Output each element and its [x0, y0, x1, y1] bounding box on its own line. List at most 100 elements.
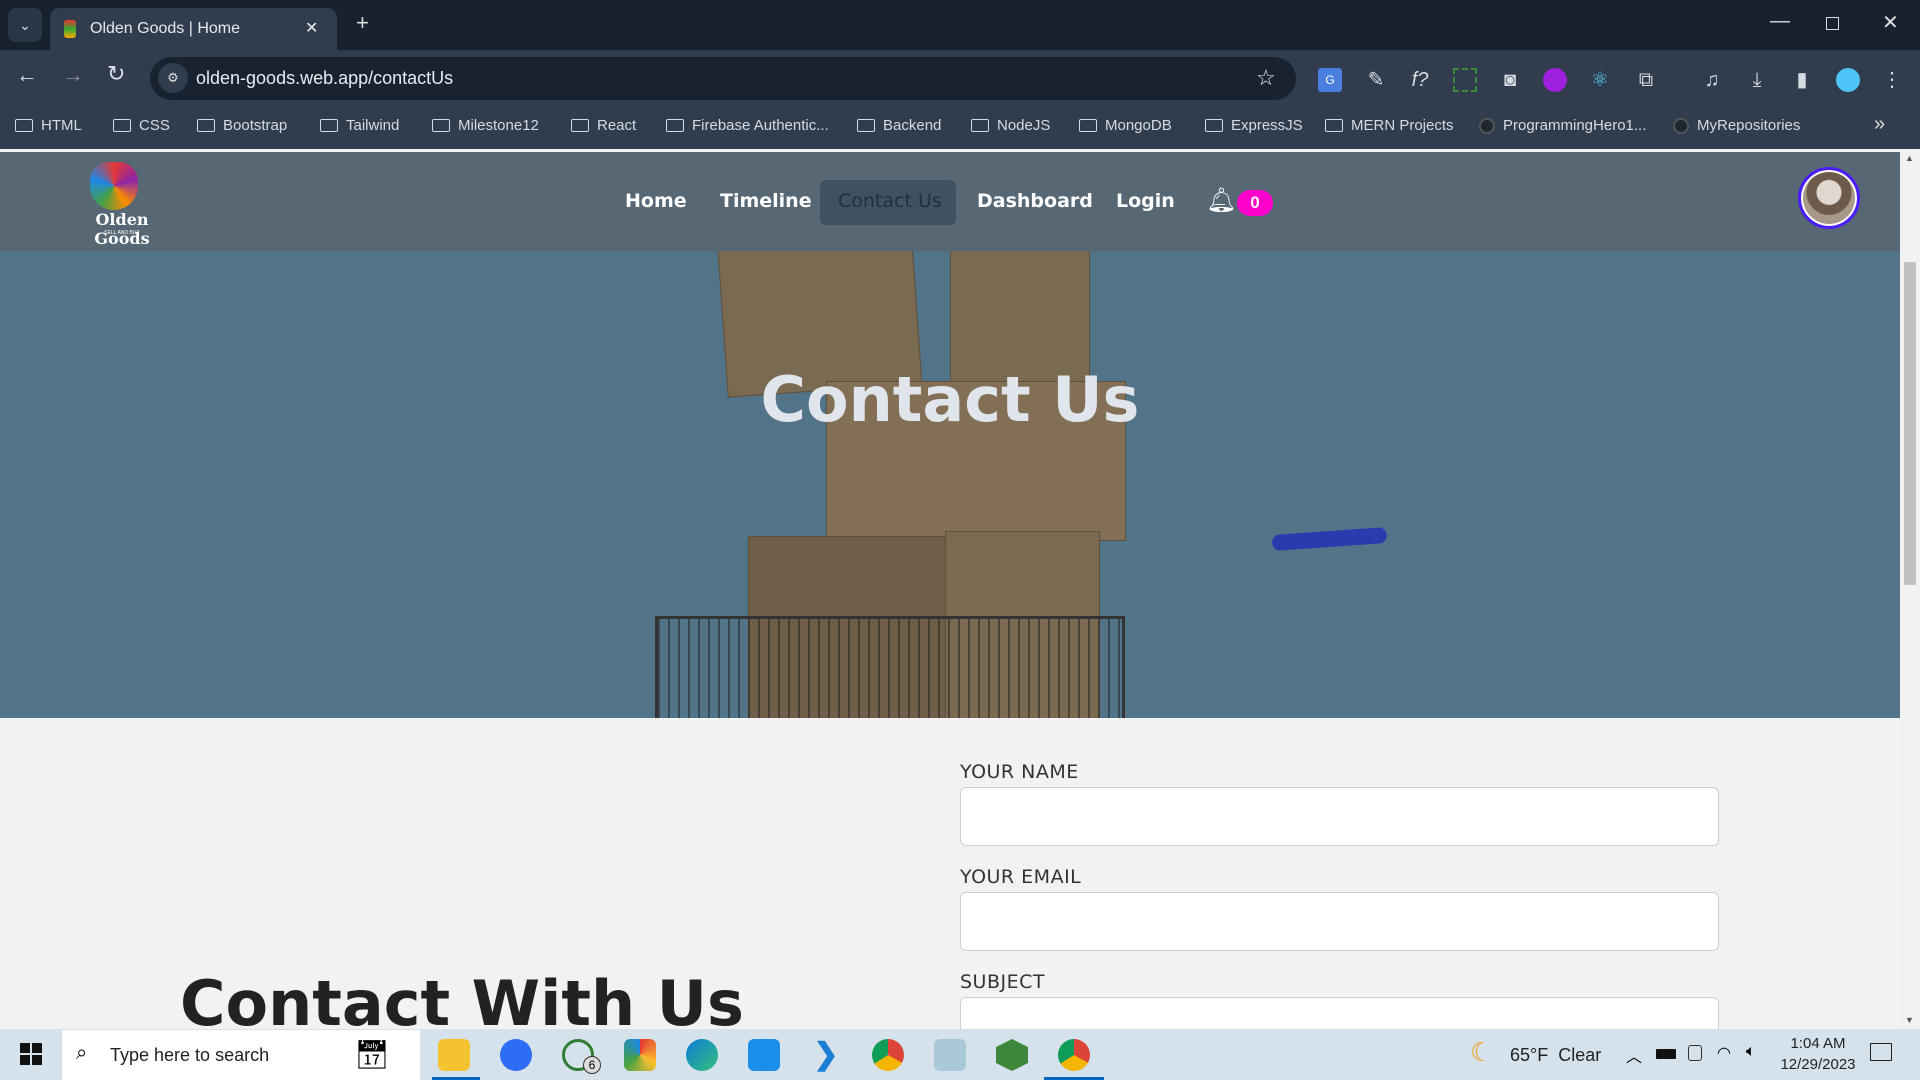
bookmark-item[interactable]: Tailwind: [320, 117, 399, 134]
bookmark-item[interactable]: React: [571, 117, 636, 134]
chrome-icon[interactable]: [872, 1039, 904, 1071]
clock-date[interactable]: 12/29/2023: [1768, 1056, 1868, 1073]
site-info-icon[interactable]: ⚙: [158, 63, 188, 93]
section-title: Contact With Us: [180, 967, 744, 1029]
bookmark-item[interactable]: ProgrammingHero1...: [1479, 117, 1646, 134]
email-input[interactable]: [960, 892, 1719, 951]
extensions-icon[interactable]: ⧉: [1634, 68, 1658, 92]
nodejs-icon[interactable]: [996, 1039, 1028, 1071]
menu-icon[interactable]: ⋮: [1880, 68, 1904, 92]
reload-icon[interactable]: ↻: [107, 61, 125, 87]
profile-icon[interactable]: [1836, 68, 1860, 92]
taskbar-search[interactable]: ⌕ Type here to search 📅︎: [62, 1030, 420, 1080]
download-icon[interactable]: ⤓: [1745, 68, 1769, 92]
clock-time[interactable]: 1:04 AM: [1768, 1035, 1868, 1052]
back-icon[interactable]: ←: [16, 62, 38, 88]
folder-icon: [320, 119, 338, 132]
nav-home[interactable]: Home: [625, 190, 687, 212]
notification-bell-icon[interactable]: 🔔︎: [1206, 186, 1236, 215]
bookmark-label: ProgrammingHero1...: [1503, 117, 1647, 134]
bookmark-item[interactable]: Bootstrap: [197, 117, 287, 134]
bookmark-item[interactable]: Milestone12: [432, 117, 539, 134]
favicon-icon: [64, 20, 76, 38]
bookmark-label: Tailwind: [346, 117, 400, 134]
notification-count-badge: 0: [1237, 190, 1273, 216]
new-tab-button[interactable]: +: [356, 10, 369, 36]
browser-tab-bar: ⌄ Olden Goods | Home ✕ + — ✕: [0, 0, 1920, 50]
app-icon[interactable]: [624, 1039, 656, 1071]
bookmark-item[interactable]: CSS: [113, 117, 170, 134]
bookmark-item[interactable]: MongoDB: [1079, 117, 1172, 134]
minimize-button[interactable]: —: [1770, 10, 1790, 33]
page-scrollbar[interactable]: ▲ ▼: [1900, 149, 1920, 1029]
user-avatar[interactable]: [1798, 167, 1860, 229]
notifications-icon[interactable]: [1870, 1043, 1892, 1061]
scroll-down-icon[interactable]: ▼: [1905, 1015, 1914, 1025]
bookmark-star-icon[interactable]: ☆: [1256, 65, 1276, 91]
notepad-icon[interactable]: [934, 1039, 966, 1071]
vscode-icon[interactable]: ❯: [810, 1039, 842, 1071]
bookmark-label: NodeJS: [997, 117, 1051, 134]
bookmark-item[interactable]: HTML: [15, 117, 82, 134]
forward-icon[interactable]: →: [62, 62, 84, 88]
scrollbar-thumb[interactable]: [1904, 262, 1916, 585]
font-identifier-icon[interactable]: f?: [1408, 68, 1432, 92]
show-hidden-icons[interactable]: ︿: [1626, 1043, 1642, 1067]
address-bar[interactable]: ⚙ olden-goods.web.app/contactUs ☆: [150, 57, 1296, 100]
color-picker-icon[interactable]: ✎: [1364, 68, 1388, 92]
folder-icon: [197, 119, 215, 132]
camera-icon[interactable]: ◙: [1498, 68, 1522, 92]
bookmarks-bar: HTML CSS Bootstrap Tailwind Milestone12 React…: [0, 105, 1920, 149]
subject-input[interactable]: [960, 997, 1719, 1029]
github-icon: [1479, 117, 1495, 134]
mail-icon[interactable]: [748, 1039, 780, 1071]
edge-icon[interactable]: [686, 1039, 718, 1071]
close-tab-icon[interactable]: ✕: [305, 18, 318, 38]
file-explorer-icon[interactable]: [438, 1039, 470, 1071]
battery-icon[interactable]: [1656, 1049, 1676, 1059]
folder-icon: [432, 119, 450, 132]
nav-dashboard[interactable]: Dashboard: [977, 190, 1093, 212]
chrome-profile-icon[interactable]: [1058, 1039, 1090, 1071]
bookmark-item[interactable]: ExpressJS: [1205, 117, 1303, 134]
zoom-icon[interactable]: [500, 1039, 532, 1071]
bookmark-item[interactable]: Backend: [857, 117, 941, 134]
bookmark-label: Bootstrap: [223, 117, 288, 134]
weather-text[interactable]: 65°F Clear: [1510, 1045, 1601, 1066]
bookmark-item[interactable]: MERN Projects: [1325, 117, 1454, 134]
tab-list-button[interactable]: ⌄: [8, 8, 42, 42]
bookmark-label: Backend: [883, 117, 942, 134]
folder-icon: [666, 119, 684, 132]
bookmark-item[interactable]: Firebase Authentic...: [666, 117, 829, 134]
bookmark-item[interactable]: MyRepositories: [1673, 117, 1800, 134]
name-input[interactable]: [960, 787, 1719, 846]
nav-login[interactable]: Login: [1116, 190, 1175, 212]
bookmark-label: MERN Projects: [1351, 117, 1454, 134]
folder-icon: [857, 119, 875, 132]
restore-button[interactable]: [1826, 17, 1839, 30]
browser-tab-active[interactable]: Olden Goods | Home ✕: [50, 8, 337, 50]
folder-icon: [113, 119, 131, 132]
nav-contact-us[interactable]: Contact Us: [838, 190, 942, 212]
vpn-extension-icon[interactable]: [1543, 68, 1567, 92]
side-panel-icon[interactable]: ▮: [1790, 68, 1814, 92]
camera-tray-icon[interactable]: [1688, 1045, 1702, 1061]
react-devtools-icon[interactable]: ⚛: [1588, 68, 1612, 92]
bookmark-item[interactable]: NodeJS: [971, 117, 1050, 134]
logo-text: Olden Goods: [94, 210, 150, 248]
volume-icon[interactable]: 🔈︎: [1746, 1043, 1756, 1061]
close-window-button[interactable]: ✕: [1882, 10, 1899, 35]
scroll-up-icon[interactable]: ▲: [1905, 153, 1914, 163]
google-translate-icon[interactable]: G: [1318, 68, 1342, 92]
folder-icon: [1325, 119, 1343, 132]
wifi-icon[interactable]: ◠: [1717, 1043, 1731, 1063]
bookmarks-overflow-icon[interactable]: »: [1874, 113, 1885, 136]
media-control-icon[interactable]: ♫: [1700, 68, 1724, 92]
nav-timeline[interactable]: Timeline: [720, 190, 812, 212]
screenshot-frame-icon[interactable]: [1453, 68, 1477, 92]
folder-icon: [1205, 119, 1223, 132]
page-viewport: Contact Us Olden Goods SELL AND BUY Home…: [0, 149, 1900, 1029]
site-navbar: Olden Goods SELL AND BUY Home Timeline C…: [0, 152, 1900, 251]
windows-start-icon[interactable]: [20, 1043, 42, 1065]
site-logo[interactable]: Olden Goods SELL AND BUY: [72, 160, 172, 248]
